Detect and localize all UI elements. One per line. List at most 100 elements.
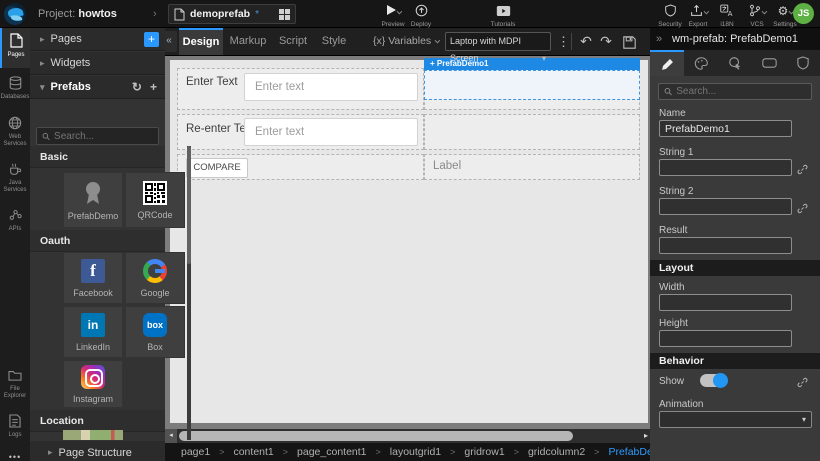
prefab-tile-linkedin[interactable]: in LinkedIn [63,306,123,358]
prefab-tile-google[interactable]: Google [125,252,185,304]
shield-outline-icon [797,56,809,70]
export-icon [690,4,703,17]
rail-item-apis[interactable]: APIs [0,202,30,240]
bind-link-icon[interactable] [797,200,808,218]
grid-cell[interactable]: COMPARE [177,154,424,180]
animation-select[interactable]: ▾ [659,411,812,428]
prefab-tile-box[interactable]: box Box [125,306,185,358]
rail-item-java-services[interactable]: Java Services [0,156,30,200]
tab-script[interactable]: Script [273,28,313,55]
prefab-tile-map[interactable] [63,430,123,440]
breadcrumb-item[interactable]: layoutgrid1 [390,446,441,458]
scroll-right-arrow[interactable]: ▸ [644,429,648,443]
selected-widget-outline[interactable] [424,70,640,100]
deploy-button[interactable]: Deploy [399,2,443,28]
prefab-search-input[interactable] [54,131,153,142]
breadcrumb-item[interactable]: gridcolumn2 [528,446,585,458]
canvas-horizontal-scrollbar[interactable]: ◂ ▸ [165,429,650,443]
grid-cell[interactable]: Label [424,154,640,180]
bind-link-icon[interactable] [797,161,808,179]
divider [571,33,572,50]
api-nodes-icon [9,208,22,221]
show-toggle[interactable] [700,374,727,387]
string1-input[interactable] [659,159,792,176]
breadcrumb-item[interactable]: gridrow1 [464,446,504,458]
grid-cell[interactable] [424,114,640,150]
tab-style[interactable]: Style [315,28,353,55]
i18n-icon: A [720,4,734,17]
collapse-right-panel-button[interactable]: » [656,28,662,50]
wavemaker-logo-icon[interactable] [4,3,26,25]
chevron-down-icon [435,38,441,44]
tab-security[interactable] [786,50,820,76]
expanded-arrow-icon: ▾ [40,82,45,93]
tab-design[interactable]: Design [179,28,223,55]
user-avatar[interactable]: JS [793,3,814,24]
breadcrumb-separator: > [450,447,455,457]
name-input[interactable] [659,120,792,137]
device-select[interactable]: Laptop with MDPI Screen ▾ [445,32,551,51]
breadcrumb-item[interactable]: page_content1 [297,446,366,458]
rail-item-databases[interactable]: Databases [0,70,30,108]
toggle-knob [713,373,728,388]
breadcrumb-item[interactable]: content1 [233,446,273,458]
add-page-button[interactable]: + [144,32,159,47]
cursor-select-icon [728,56,742,70]
result-input[interactable] [659,237,792,254]
linkedin-icon: in [81,313,105,337]
text-input-1[interactable] [244,73,418,101]
prefab-tile-facebook[interactable]: f Facebook [63,252,123,304]
tab-events[interactable] [718,50,752,76]
string1-label: String 1 [659,147,693,158]
more-options-kebab[interactable]: ⋮ [557,28,569,55]
redo-button[interactable]: ↷ [597,28,615,55]
properties-search-input[interactable] [676,86,806,97]
prefab-tile-prefabdemo[interactable]: PrefabDemo [63,172,123,228]
tab-styles[interactable] [684,50,718,76]
compare-button[interactable]: COMPARE [186,158,248,178]
breadcrumb-item[interactable]: page1 [181,446,210,458]
breadcrumb-separator: > [283,447,288,457]
scrollbar-thumb[interactable] [179,431,573,441]
prefab-tile-qrcode[interactable]: QRCode [125,172,185,228]
section-pages[interactable]: ▸ Pages + [30,28,165,51]
tab-device[interactable] [752,50,786,76]
save-button[interactable] [620,28,638,55]
section-page-structure[interactable]: ▸ Page Structure [30,441,165,461]
rail-item-pages[interactable]: Pages [0,28,30,68]
app-grid-icon[interactable] [279,9,290,20]
tab-properties[interactable] [650,50,684,76]
tab-markup[interactable]: Markup [225,28,271,55]
tutorials-button[interactable]: Tutorials [481,2,525,28]
coffee-icon [8,162,22,176]
page-preview[interactable]: Enter Text + PrefabDemo1 Re-enter Text C… [170,60,648,423]
properties-search[interactable] [658,83,812,100]
label-widget[interactable]: Label [433,160,461,172]
rail-item-logs[interactable]: Logs [0,408,30,446]
width-input[interactable] [659,294,792,311]
height-input[interactable] [659,330,792,347]
bind-link-icon[interactable] [797,374,808,392]
prefab-tile-instagram[interactable]: Instagram [63,360,123,408]
rail-more-button[interactable]: ••• [0,448,30,461]
string2-input[interactable] [659,198,792,215]
section-widgets[interactable]: ▸ Widgets [30,52,165,75]
caret-down-icon: ▾ [802,415,806,424]
project-label: Project: howtos [38,0,117,28]
app-name: demoprefab [190,8,250,20]
svg-text:A: A [728,11,733,17]
variables-menu[interactable]: {x} Variables [373,28,438,55]
section-prefabs[interactable]: ▾ Prefabs ↻ + [30,76,165,99]
text-input-2[interactable] [244,118,418,146]
undo-button[interactable]: ↶ [577,28,595,55]
app-selector[interactable]: demoprefab * [168,4,296,24]
refresh-prefabs-icon[interactable]: ↻ [132,80,142,94]
prefab-list-scrollbar[interactable] [187,146,191,440]
rail-item-file-explorer[interactable]: File Explorer [0,362,30,406]
scroll-left-arrow[interactable]: ◂ [165,429,177,443]
grid-cell[interactable]: Re-enter Text [177,114,424,150]
grid-cell[interactable]: Enter Text [177,68,424,110]
add-prefab-icon[interactable]: + [150,80,157,94]
rail-item-web-services[interactable]: Web Services [0,110,30,154]
prefab-search[interactable] [36,127,159,145]
